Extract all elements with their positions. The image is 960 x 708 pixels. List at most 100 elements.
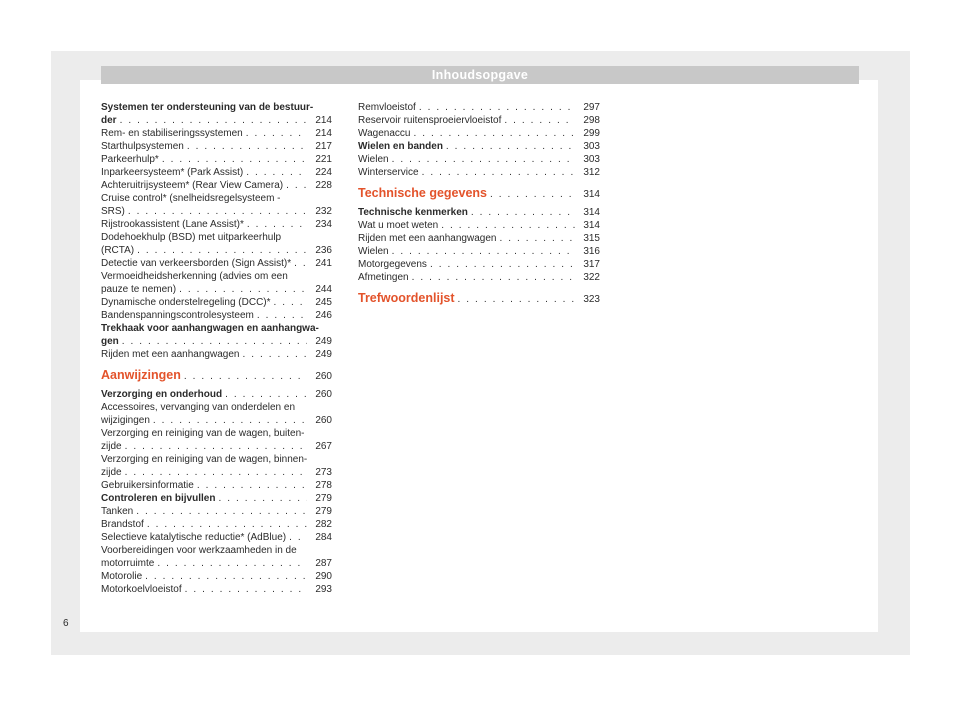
toc-entry[interactable]: Wat u moet weten 314 — [358, 219, 600, 232]
toc-entry[interactable]: Brandstof282 — [101, 518, 332, 531]
toc-entry[interactable]: Motorgegevens317 — [358, 258, 600, 271]
toc-dot-leader — [471, 206, 575, 219]
toc-entry[interactable]: Rijstrookassistent (Lane Assist)*234 — [101, 218, 332, 231]
toc-dot-leader — [137, 244, 307, 257]
toc-dot-leader — [246, 166, 307, 179]
toc-page-number: 314 — [578, 219, 600, 232]
toc-entry[interactable]: Accessoires, vervanging van onderdelen e… — [101, 401, 332, 427]
toc-entry[interactable]: Rijden met een aanhangwagen 315 — [358, 232, 600, 245]
toc-entry[interactable]: Cruise control* (snelheidsregelsysteem -… — [101, 192, 332, 218]
toc-entry[interactable]: Gebruikersinformatie278 — [101, 479, 332, 492]
toc-entry-label: Rijstrookassistent (Lane Assist)* — [101, 218, 244, 231]
toc-entry-row: der214 — [101, 114, 332, 127]
toc-entry-label: gen — [101, 335, 119, 348]
toc-entry[interactable]: Inparkeersysteem* (Park Assist)224 — [101, 166, 332, 179]
toc-entry[interactable]: Wielen en banden303 — [358, 140, 600, 153]
toc-entry[interactable]: Winterservice312 — [358, 166, 600, 179]
toc-entry-label-line: Systemen ter ondersteuning van de bestuu… — [101, 101, 332, 114]
toc-dot-leader — [157, 557, 307, 570]
toc-entry[interactable]: Detectie van verkeersborden (Sign Assist… — [101, 257, 332, 270]
toc-entry[interactable]: Verzorging en reiniging van de wagen, bu… — [101, 427, 332, 453]
toc-dot-leader — [153, 414, 307, 427]
toc-page-number: 315 — [578, 232, 600, 245]
toc-entry[interactable]: Motorolie290 — [101, 570, 332, 583]
toc-page-number: 260 — [310, 388, 332, 401]
toc-page-number: 314 — [578, 187, 600, 202]
toc-entry-label: motorruimte — [101, 557, 154, 570]
toc-entry[interactable]: Technische kenmerken314 — [358, 206, 600, 219]
toc-entry-label: Selectieve katalytische reductie* (AdBlu… — [101, 531, 286, 544]
toc-dot-leader — [218, 492, 307, 505]
toc-entry-label: wijzigingen — [101, 414, 150, 427]
toc-page-number: 297 — [578, 101, 600, 114]
toc-entry-row: Aanwijzingen260 — [101, 368, 332, 384]
toc-page-number: 322 — [578, 271, 600, 284]
toc-entry-label: Technische gegevens — [358, 186, 487, 201]
toc-entry[interactable]: Starthulpsystemen217 — [101, 140, 332, 153]
toc-entry-label-line: Trekhaak voor aanhangwagen en aanhangwa- — [101, 322, 332, 335]
toc-entry[interactable]: Wielen303 — [358, 153, 600, 166]
page-title: Inhoudsopgave — [432, 68, 528, 82]
toc-entry-label: Inparkeersysteem* (Park Assist) — [101, 166, 243, 179]
toc-entry-label: Wat u moet weten — [358, 219, 438, 232]
toc-entry[interactable]: Systemen ter ondersteuning van de bestuu… — [101, 101, 332, 127]
toc-dot-leader — [145, 570, 307, 583]
toc-section-heading[interactable]: Technische gegevens 314 — [358, 186, 600, 202]
toc-entry[interactable]: Parkeerhulp*221 — [101, 153, 332, 166]
toc-page-number: 290 — [310, 570, 332, 583]
toc-entry-label-line: Verzorging en reiniging van de wagen, bi… — [101, 453, 332, 466]
toc-dot-leader — [274, 296, 307, 309]
toc-entry[interactable]: Vermoeidheidsherkenning (advies om eenpa… — [101, 270, 332, 296]
toc-entry[interactable]: Controleren en bijvullen279 — [101, 492, 332, 505]
toc-dot-leader — [197, 479, 307, 492]
toc-entry[interactable]: Dynamische onderstelregeling (DCC)*245 — [101, 296, 332, 309]
toc-entry-row: Wielen en banden303 — [358, 140, 600, 153]
toc-entry-label: der — [101, 114, 117, 127]
toc-page-number: 316 — [578, 245, 600, 258]
toc-dot-leader — [458, 292, 575, 307]
toc-dot-leader — [422, 166, 575, 179]
toc-entry-label: zijde — [101, 466, 122, 479]
toc-entry[interactable]: Wielen316 — [358, 245, 600, 258]
toc-entry[interactable]: Voorbereidingen voor werkzaamheden in de… — [101, 544, 332, 570]
toc-entry[interactable]: Bandenspanningscontrolesysteem246 — [101, 309, 332, 322]
toc-entry-label: Parkeerhulp* — [101, 153, 159, 166]
toc-page-number: 217 — [310, 140, 332, 153]
toc-entry-label-line: Vermoeidheidsherkenning (advies om een — [101, 270, 332, 283]
toc-page-number: 278 — [310, 479, 332, 492]
toc-entry[interactable]: Trekhaak voor aanhangwagen en aanhangwa-… — [101, 322, 332, 348]
toc-entry-label-line: Accessoires, vervanging van onderdelen e… — [101, 401, 332, 414]
toc-page-number: 287 — [310, 557, 332, 570]
toc-section-heading[interactable]: Aanwijzingen260 — [101, 368, 332, 384]
toc-page-number: 244 — [310, 283, 332, 296]
toc-dot-leader — [246, 127, 307, 140]
toc-entry-label: Rijden met een aanhangwagen — [358, 232, 496, 245]
toc-entry-row: Inparkeersysteem* (Park Assist)224 — [101, 166, 332, 179]
toc-entry[interactable]: Selectieve katalytische reductie* (AdBlu… — [101, 531, 332, 544]
toc-entry[interactable]: Wagenaccu299 — [358, 127, 600, 140]
toc-dot-leader — [125, 466, 307, 479]
toc-entry[interactable]: Rem- en stabiliseringssystemen214 — [101, 127, 332, 140]
toc-dot-leader — [162, 153, 307, 166]
toc-entry[interactable]: Afmetingen322 — [358, 271, 600, 284]
toc-page-number: 282 — [310, 518, 332, 531]
toc-entry[interactable]: Verzorging en onderhoud260 — [101, 388, 332, 401]
toc-entry-row: Motorgegevens317 — [358, 258, 600, 271]
toc-section-heading[interactable]: Trefwoordenlijst323 — [358, 291, 600, 307]
toc-page-number: 241 — [310, 257, 332, 270]
toc-entry-row: wijzigingen 260 — [101, 414, 332, 427]
toc-page-number: 260 — [310, 414, 332, 427]
toc-entry-row: Wat u moet weten 314 — [358, 219, 600, 232]
toc-entry[interactable]: Dodehoekhulp (BSD) met uitparkeerhulp(RC… — [101, 231, 332, 257]
toc-page-number: 236 — [310, 244, 332, 257]
toc-entry[interactable]: Remvloeistof297 — [358, 101, 600, 114]
toc-entry[interactable]: Motorkoelvloeistof293 — [101, 583, 332, 596]
toc-entry-label-line: Dodehoekhulp (BSD) met uitparkeerhulp — [101, 231, 332, 244]
toc-entry[interactable]: Reservoir ruitensproeiervloeistof298 — [358, 114, 600, 127]
toc-entry-row: Remvloeistof297 — [358, 101, 600, 114]
toc-entry[interactable]: Achteruitrijsysteem* (Rear View Camera)2… — [101, 179, 332, 192]
toc-entry[interactable]: Verzorging en reiniging van de wagen, bi… — [101, 453, 332, 479]
toc-entry[interactable]: Tanken279 — [101, 505, 332, 518]
toc-entry[interactable]: Rijden met een aanhangwagen249 — [101, 348, 332, 361]
toc-entry-label: Winterservice — [358, 166, 419, 179]
